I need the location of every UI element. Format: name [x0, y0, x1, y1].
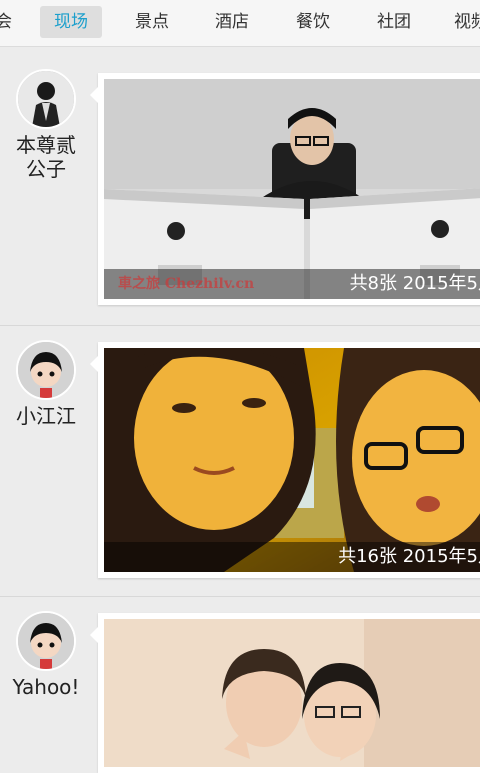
- tab-video[interactable]: 视频: [454, 6, 480, 38]
- photo-album-card[interactable]: 共16张 2015年5月: [90, 342, 480, 578]
- avatar-photo-icon: [18, 71, 74, 127]
- tab-dining[interactable]: 餐饮: [281, 6, 345, 38]
- feed-item: 小江江 共16张 2015年5: [0, 326, 480, 597]
- tab-club[interactable]: 社团: [362, 6, 426, 38]
- cover-image: [104, 348, 480, 572]
- tab-scenic[interactable]: 景点: [120, 6, 184, 38]
- user-avatar[interactable]: [16, 340, 76, 400]
- feed-item: Yahoo!: [0, 597, 480, 773]
- category-tab-bar: 会 现场 景点 酒店 餐饮 社团 视频: [0, 0, 480, 47]
- watermark-text: 車之旅 Chezhilv.cn: [118, 276, 255, 292]
- tab-partial-left[interactable]: 会: [0, 6, 12, 38]
- album-cover-photo[interactable]: 共16张 2015年5月: [104, 348, 480, 572]
- cartoon-avatar-icon: [18, 342, 74, 398]
- tab-live[interactable]: 现场: [40, 6, 102, 38]
- tab-hotel[interactable]: 酒店: [200, 6, 264, 38]
- album-cover-photo[interactable]: 共8张 2015年5月 車之旅 Chezhilv.cn: [104, 79, 480, 299]
- photo-album-card[interactable]: 共8张 2015年5月 車之旅 Chezhilv.cn: [90, 73, 480, 305]
- username[interactable]: 本尊贰公子: [10, 133, 82, 181]
- feed-item: 本尊贰公子 共8张 2015年5 車之旅 Chezhilv.cn: [0, 47, 480, 326]
- photo-album-card[interactable]: [90, 613, 480, 773]
- cartoon-avatar-icon: [18, 613, 74, 669]
- username[interactable]: 小江江: [10, 404, 82, 428]
- user-avatar[interactable]: [16, 611, 76, 671]
- username[interactable]: Yahoo!: [10, 675, 82, 699]
- album-caption: 共16张 2015年5月: [104, 542, 480, 572]
- cover-image: [104, 79, 480, 299]
- user-avatar[interactable]: [16, 69, 76, 129]
